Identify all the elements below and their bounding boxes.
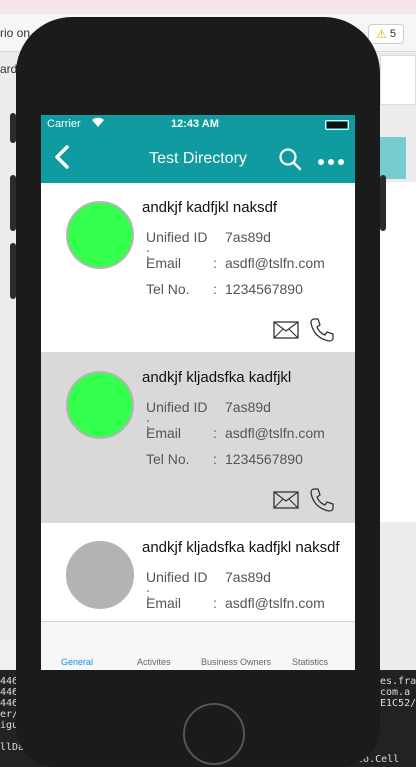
email-value[interactable]: asdfl@tslfn.com <box>225 255 325 271</box>
phone-icon[interactable] <box>309 317 335 348</box>
tel-colon: : <box>213 281 217 297</box>
wifi-icon <box>91 116 105 131</box>
contact-card[interactable]: andkjf kadfjkl naksdf Unified ID : 7as89… <box>41 183 355 353</box>
unified-id-value: 7as89d <box>225 569 271 585</box>
email-label: Email <box>146 425 182 441</box>
warning-badge[interactable]: ⚠ 5 <box>368 24 404 44</box>
avatar <box>66 371 134 439</box>
tel-value[interactable]: 1234567890 <box>225 451 303 467</box>
tab-statistics[interactable]: Statistics <box>292 657 328 667</box>
email-value[interactable]: asdfl@tslfn.com <box>225 595 325 611</box>
avatar <box>66 541 134 609</box>
email-row: Email : asdfl@tslfn.com <box>146 255 325 271</box>
console-line: es.fra <box>380 676 416 687</box>
email-colon: : <box>213 595 217 611</box>
carrier-label: Carrier <box>47 118 81 130</box>
tel-row: Tel No. : 1234567890 <box>146 281 303 297</box>
unified-id-value: 7as89d <box>225 399 271 415</box>
tab-activites[interactable]: Activites <box>137 657 171 667</box>
email-row: Email : asdfl@tslfn.com <box>146 595 325 611</box>
tab-business-owners[interactable]: Business Owners <box>201 657 271 667</box>
contact-name: andkjf kljadsfka kadfjkl <box>142 369 292 386</box>
contact-card[interactable]: andkjf kljadsfka kadfjkl naksdf Unified … <box>41 523 355 621</box>
search-icon[interactable] <box>278 147 302 171</box>
phone-power-button <box>380 175 386 231</box>
status-time: 12:43 AM <box>171 118 219 130</box>
ide-panel-text: ard <box>0 62 18 76</box>
contact-name: andkjf kadfjkl naksdf <box>142 199 278 216</box>
warning-count: 5 <box>389 28 396 40</box>
email-colon: : <box>213 425 217 441</box>
console-line: E1C52/ <box>380 698 416 709</box>
contact-actions <box>273 487 339 515</box>
ide-right-panel <box>380 55 416 105</box>
battery-icon <box>325 120 349 130</box>
page-title: Test Directory <box>149 150 247 167</box>
email-row: Email : asdfl@tslfn.com <box>146 425 325 441</box>
tel-colon: : <box>213 451 217 467</box>
nav-bar: Test Directory <box>41 135 355 183</box>
mail-icon[interactable] <box>273 491 299 514</box>
warning-icon: ⚠ <box>376 27 387 41</box>
tel-value[interactable]: 1234567890 <box>225 281 303 297</box>
avatar <box>66 201 134 269</box>
ide-right-preview-list <box>380 182 416 522</box>
home-button[interactable] <box>183 703 245 765</box>
mail-icon[interactable] <box>273 321 299 344</box>
bottom-tab-bar: General Activites Business Owners Statis… <box>41 621 355 670</box>
contact-list: andkjf kadfjkl naksdf Unified ID : 7as89… <box>41 183 355 621</box>
phone-icon[interactable] <box>309 487 335 518</box>
phone-volume-up <box>10 175 16 231</box>
email-colon: : <box>213 255 217 271</box>
phone-volume-down <box>10 243 16 299</box>
phone-mute-switch <box>10 113 16 143</box>
tab-general[interactable]: General <box>61 657 93 667</box>
ide-tab-text: rio on <box>0 26 31 40</box>
email-label: Email <box>146 255 182 271</box>
tel-label: Tel No. <box>146 281 190 297</box>
contact-actions <box>273 317 339 345</box>
status-bar: Carrier 12:43 AM <box>41 115 355 135</box>
email-label: Email <box>146 595 182 611</box>
tel-label: Tel No. <box>146 451 190 467</box>
contact-name: andkjf kljadsfka kadfjkl naksdf <box>142 539 340 556</box>
contact-card[interactable]: andkjf kljadsfka kadfjkl Unified ID : 7a… <box>41 353 355 523</box>
unified-id-value: 7as89d <box>225 229 271 245</box>
more-dots-icon[interactable] <box>317 146 345 172</box>
phone-screen: Carrier 12:43 AM Test Directory andkjf k… <box>41 115 355 670</box>
console-line: com.a <box>380 687 411 698</box>
tel-row: Tel No. : 1234567890 <box>146 451 303 467</box>
desktop-top-strip <box>0 0 416 14</box>
email-value[interactable]: asdfl@tslfn.com <box>225 425 325 441</box>
